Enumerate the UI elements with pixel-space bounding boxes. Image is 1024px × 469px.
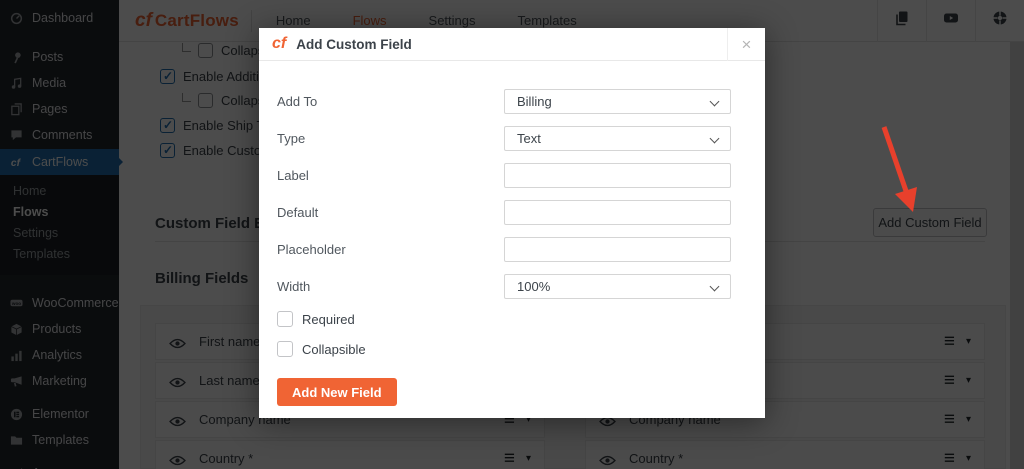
type-label: Type (277, 131, 504, 146)
default-label: Default (277, 205, 504, 220)
width-select[interactable]: 100% (504, 274, 731, 299)
collapsible-label: Collapsible (302, 342, 366, 357)
cartflows-modal-icon: cf (272, 35, 286, 53)
modal-body: Add To Billing Type Text Label Default P… (259, 61, 765, 406)
required-checkbox[interactable] (277, 311, 293, 327)
type-select[interactable]: Text (504, 126, 731, 151)
add-to-label: Add To (277, 94, 504, 109)
placeholder-label: Placeholder (277, 242, 504, 257)
placeholder-input[interactable] (504, 237, 731, 262)
required-label: Required (302, 312, 355, 327)
add-to-select[interactable]: Billing (504, 89, 731, 114)
modal-header: cf Add Custom Field × (259, 28, 765, 61)
chevron-down-icon (710, 282, 720, 292)
add-new-field-button[interactable]: Add New Field (277, 378, 397, 406)
type-value: Text (517, 131, 541, 146)
close-icon[interactable]: × (727, 28, 765, 61)
add-to-value: Billing (517, 94, 552, 109)
width-value: 100% (517, 279, 550, 294)
modal-title: Add Custom Field (296, 37, 412, 52)
label-input[interactable] (504, 163, 731, 188)
chevron-down-icon (710, 134, 720, 144)
width-label: Width (277, 279, 504, 294)
chevron-down-icon (710, 97, 720, 107)
collapsible-checkbox[interactable] (277, 341, 293, 357)
add-custom-field-modal: cf Add Custom Field × Add To Billing Typ… (259, 28, 765, 418)
label-label: Label (277, 168, 504, 183)
default-input[interactable] (504, 200, 731, 225)
